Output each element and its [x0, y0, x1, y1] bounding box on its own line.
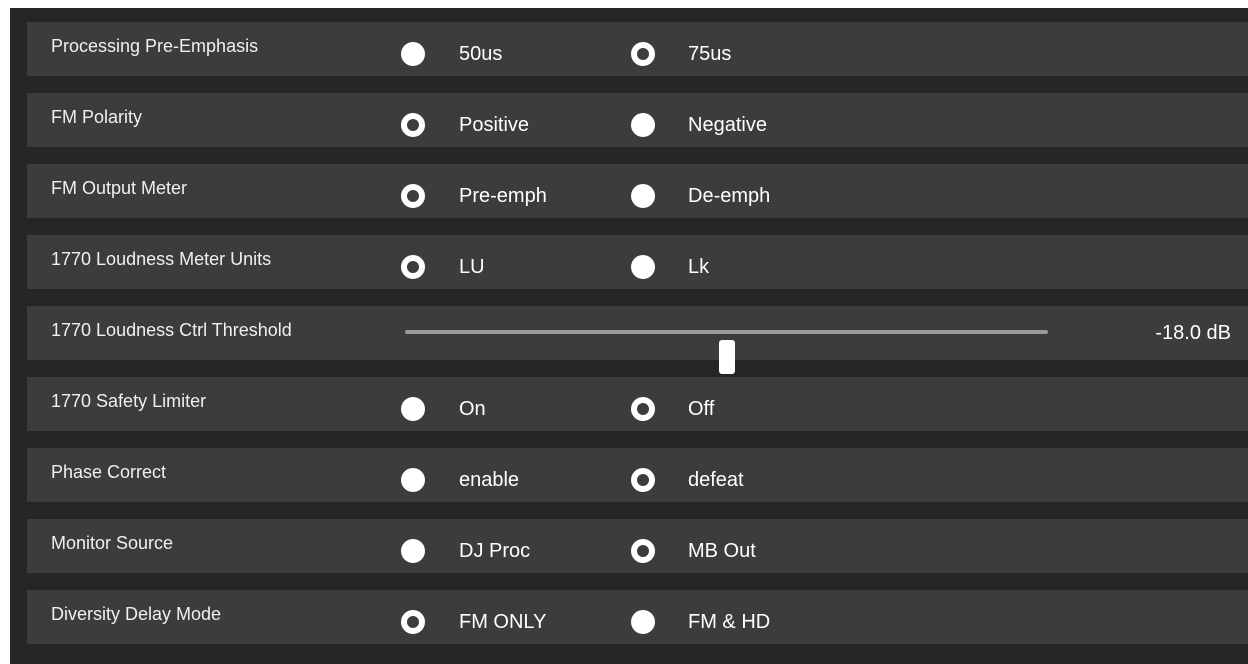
option-label-on[interactable]: On — [459, 377, 486, 441]
option-label-fm-and-hd[interactable]: FM & HD — [688, 590, 770, 654]
settings-panel: Processing Pre-Emphasis 50us 75us FM Pol… — [10, 8, 1248, 664]
row-label: Phase Correct — [51, 462, 167, 482]
option-label-pre-emph[interactable]: Pre-emph — [459, 164, 547, 228]
row-label: Monitor Source — [51, 533, 174, 553]
threshold-slider-track[interactable] — [405, 330, 1048, 374]
row-label: Processing Pre-Emphasis — [51, 36, 259, 56]
row-label: 1770 Loudness Meter Units — [51, 249, 272, 269]
radio-lu[interactable] — [401, 255, 425, 279]
radio-off[interactable] — [631, 397, 655, 421]
option-label-negative[interactable]: Negative — [688, 93, 767, 157]
radio-de-emph[interactable] — [631, 184, 655, 208]
option-label-75us[interactable]: 75us — [688, 22, 731, 86]
row-diversity-delay-mode: Diversity Delay Mode FM ONLY FM & HD — [27, 590, 1248, 644]
radio-pre-emph[interactable] — [401, 184, 425, 208]
row-loudness-ctrl-threshold: 1770 Loudness Ctrl Threshold -18.0 dB — [27, 306, 1248, 374]
radio-fm-only[interactable] — [401, 610, 425, 634]
radio-negative[interactable] — [631, 113, 655, 137]
option-label-positive[interactable]: Positive — [459, 93, 529, 157]
row-label: FM Output Meter — [51, 178, 188, 198]
radio-50us[interactable] — [401, 42, 425, 66]
radio-fm-and-hd[interactable] — [631, 610, 655, 634]
row-label: FM Polarity — [51, 107, 143, 127]
radio-dj-proc[interactable] — [401, 539, 425, 563]
row-label: Diversity Delay Mode — [51, 604, 222, 624]
radio-positive[interactable] — [401, 113, 425, 137]
radio-defeat[interactable] — [631, 468, 655, 492]
option-label-lu[interactable]: LU — [459, 235, 485, 299]
row-label: 1770 Loudness Ctrl Threshold — [51, 320, 292, 340]
threshold-slider-thumb[interactable] — [718, 340, 735, 374]
row-label: 1770 Safety Limiter — [51, 391, 207, 411]
row-phase-correct: Phase Correct enable defeat — [27, 448, 1248, 502]
radio-75us[interactable] — [631, 42, 655, 66]
radio-lk[interactable] — [631, 255, 655, 279]
radio-on[interactable] — [401, 397, 425, 421]
option-label-enable[interactable]: enable — [459, 448, 519, 512]
option-label-lk[interactable]: Lk — [688, 235, 709, 299]
row-loudness-meter-units: 1770 Loudness Meter Units LU Lk — [27, 235, 1248, 289]
radio-enable[interactable] — [401, 468, 425, 492]
row-monitor-source: Monitor Source DJ Proc MB Out — [27, 519, 1248, 573]
option-label-dj-proc[interactable]: DJ Proc — [459, 519, 530, 583]
threshold-value: -18.0 dB — [1155, 322, 1231, 344]
option-label-defeat[interactable]: defeat — [688, 448, 744, 512]
row-safety-limiter: 1770 Safety Limiter On Off — [27, 377, 1248, 431]
option-label-off[interactable]: Off — [688, 377, 714, 441]
radio-mb-out[interactable] — [631, 539, 655, 563]
row-processing-pre-emphasis: Processing Pre-Emphasis 50us 75us — [27, 22, 1248, 76]
option-label-de-emph[interactable]: De-emph — [688, 164, 770, 228]
row-fm-polarity: FM Polarity Positive Negative — [27, 93, 1248, 147]
row-fm-output-meter: FM Output Meter Pre-emph De-emph — [27, 164, 1248, 218]
option-label-fm-only[interactable]: FM ONLY — [459, 590, 546, 654]
option-label-50us[interactable]: 50us — [459, 22, 502, 86]
option-label-mb-out[interactable]: MB Out — [688, 519, 756, 583]
